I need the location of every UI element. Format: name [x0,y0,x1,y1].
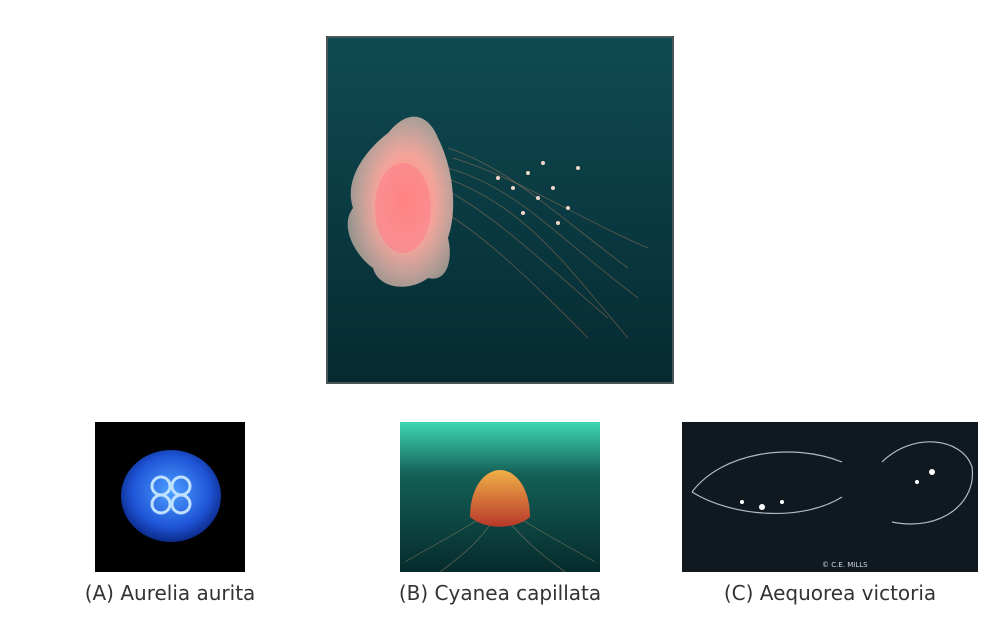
caption-cyanea-capillata: (B) Cyanea capillata [398,581,602,605]
aurelia-aurita-image [95,422,245,572]
aequorea-victoria-photo: © C.E. MILLS [682,422,978,572]
photo-credit: © C.E. MILLS [822,561,868,569]
caption-aurelia-aurita: (A) Aurelia aurita [84,581,256,605]
aurelia-aurita-photo [95,422,245,572]
caption-aequorea-victoria: (C) Aequorea victoria [723,581,937,605]
cyanea-capillata-photo [400,422,600,572]
main-jellyfish-photo [326,36,674,384]
aequorea-victoria-image: © C.E. MILLS [682,422,978,572]
main-jellyfish-image [328,38,672,382]
cyanea-capillata-image [400,422,600,572]
